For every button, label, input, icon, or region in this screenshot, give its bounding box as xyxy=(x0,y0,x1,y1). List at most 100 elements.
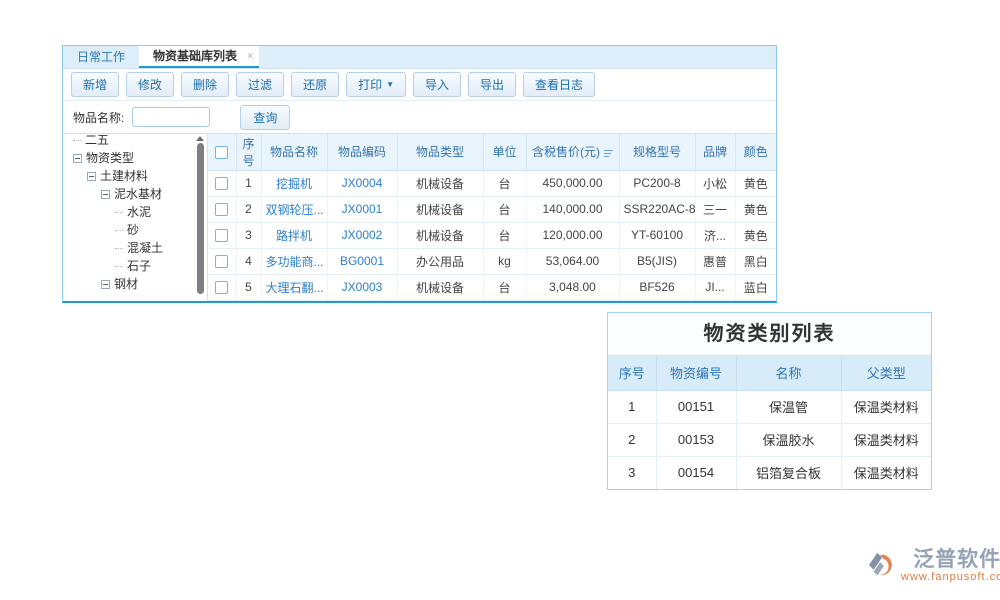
cell: 3 xyxy=(236,222,261,248)
category-body: 100151保温管保温类材料200153保温胶水保温类材料300154铝箔复合板… xyxy=(608,390,931,489)
category-cell: 保温胶水 xyxy=(736,423,841,456)
tree-item-土建材料[interactable]: 土建材料 xyxy=(69,167,207,185)
close-icon[interactable]: × xyxy=(247,47,253,67)
scrollbar-thumb[interactable] xyxy=(197,143,204,294)
table-row[interactable]: 3路拌机JX0002机械设备台120,000.00YT-60100济...黄色 xyxy=(208,222,776,248)
scroll-up-icon[interactable] xyxy=(196,136,204,141)
tab-daily-work[interactable]: 日常工作 xyxy=(63,46,139,68)
search-button[interactable]: 查询 xyxy=(240,105,290,130)
item-code-link[interactable]: BG0001 xyxy=(340,254,384,268)
collapse-icon[interactable] xyxy=(101,190,110,199)
toolbar-button-还原[interactable]: 还原 xyxy=(291,72,339,97)
tree-item-label: 钢材 xyxy=(114,275,138,293)
cell: 济... xyxy=(695,222,735,248)
tree-item-二五[interactable]: 二五 xyxy=(69,134,207,149)
tree-scrollbar[interactable] xyxy=(196,136,204,297)
toolbar-button-过滤[interactable]: 过滤 xyxy=(236,72,284,97)
category-row[interactable]: 300154铝箔复合板保温类材料 xyxy=(608,456,931,489)
cell: B5(JIS) xyxy=(619,248,695,274)
col-no[interactable]: 序号 xyxy=(236,134,261,170)
cat-col-code: 物资编号 xyxy=(656,356,736,390)
col-brand[interactable]: 品牌 xyxy=(695,134,735,170)
cell: 台 xyxy=(483,170,526,196)
category-cell: 00151 xyxy=(656,390,736,423)
col-color[interactable]: 颜色 xyxy=(735,134,776,170)
item-code-link[interactable]: JX0003 xyxy=(342,280,383,294)
logo-name: 泛普软件 xyxy=(913,549,1000,571)
cell: 3,048.00 xyxy=(526,274,619,300)
row-checkbox[interactable] xyxy=(215,203,228,216)
tree-item-混凝土[interactable]: 混凝土 xyxy=(69,239,207,257)
sort-icon[interactable] xyxy=(604,148,613,157)
tree-item-label: 物资类型 xyxy=(86,149,134,167)
item-name-link[interactable]: 大理石翻... xyxy=(266,281,324,295)
toolbar-button-修改[interactable]: 修改 xyxy=(126,72,174,97)
col-unit[interactable]: 单位 xyxy=(483,134,526,170)
window-body: 二五物资类型土建材料泥水基材水泥砂混凝土石子钢材 序号 物品名称 xyxy=(63,134,776,301)
cell: 蓝白 xyxy=(735,274,776,300)
row-checkbox[interactable] xyxy=(215,255,228,268)
col-item-name[interactable]: 物品名称 xyxy=(261,134,327,170)
item-name-link[interactable]: 双钢轮压... xyxy=(266,203,324,217)
caret-down-icon: ▼ xyxy=(386,80,394,89)
cell: 台 xyxy=(483,274,526,300)
col-item-code[interactable]: 物品编码 xyxy=(327,134,397,170)
search-row: 物品名称: 查询 xyxy=(63,101,776,134)
tab-materials-library[interactable]: 物资基础库列表 × xyxy=(139,46,259,68)
toolbar-button-导入[interactable]: 导入 xyxy=(413,72,461,97)
table-row[interactable]: 4多功能商...BG0001办公用品kg53,064.00B5(JIS)惠普黑白 xyxy=(208,248,776,274)
row-checkbox[interactable] xyxy=(215,229,228,242)
category-row[interactable]: 100151保温管保温类材料 xyxy=(608,390,931,423)
grid-body: 1挖掘机JX0004机械设备台450,000.00PC200-8小松黄色2双钢轮… xyxy=(208,170,776,300)
select-all-checkbox[interactable] xyxy=(215,146,228,159)
category-cell: 保温类材料 xyxy=(841,423,931,456)
toolbar-button-新增[interactable]: 新增 xyxy=(71,72,119,97)
toolbar-button-查看日志[interactable]: 查看日志 xyxy=(523,72,595,97)
collapse-icon[interactable] xyxy=(87,172,96,181)
tree-item-label: 土建材料 xyxy=(100,167,148,185)
cell: 1 xyxy=(236,170,261,196)
collapse-icon[interactable] xyxy=(101,280,110,289)
toolbar-button-删除[interactable]: 删除 xyxy=(181,72,229,97)
item-code-link[interactable]: JX0001 xyxy=(342,202,383,216)
item-name-link[interactable]: 多功能商... xyxy=(266,255,324,269)
tab-materials-library-label: 物资基础库列表 xyxy=(153,49,237,63)
category-tree: 二五物资类型土建材料泥水基材水泥砂混凝土石子钢材 xyxy=(63,134,208,301)
col-price[interactable]: 含税售价(元) xyxy=(526,134,619,170)
tree-item-石子[interactable]: 石子 xyxy=(69,257,207,275)
item-name-link[interactable]: 路拌机 xyxy=(276,229,312,243)
category-row[interactable]: 200153保温胶水保温类材料 xyxy=(608,423,931,456)
item-code-link[interactable]: JX0004 xyxy=(342,176,383,190)
table-row[interactable]: 1挖掘机JX0004机械设备台450,000.00PC200-8小松黄色 xyxy=(208,170,776,196)
tree-line xyxy=(115,212,123,213)
col-spec[interactable]: 规格型号 xyxy=(619,134,695,170)
tree-item-水泥[interactable]: 水泥 xyxy=(69,203,207,221)
category-cell: 00153 xyxy=(656,423,736,456)
item-code-link[interactable]: JX0002 xyxy=(342,228,383,242)
item-name-link[interactable]: 挖掘机 xyxy=(276,177,312,191)
table-row[interactable]: 2双钢轮压...JX0001机械设备台140,000.00SSR220AC-8三… xyxy=(208,196,776,222)
cell: 办公用品 xyxy=(397,248,483,274)
tree-item-钢材[interactable]: 钢材 xyxy=(69,275,207,293)
row-checkbox[interactable] xyxy=(215,177,228,190)
col-item-type[interactable]: 物品类型 xyxy=(397,134,483,170)
tree-item-砂[interactable]: 砂 xyxy=(69,221,207,239)
collapse-icon[interactable] xyxy=(73,154,82,163)
cell: SSR220AC-8 xyxy=(619,196,695,222)
category-cell: 1 xyxy=(608,390,656,423)
row-checkbox[interactable] xyxy=(215,281,228,294)
tree-item-label: 石子 xyxy=(127,257,151,275)
cell: 机械设备 xyxy=(397,222,483,248)
cell: 2 xyxy=(236,196,261,222)
tree-item-泥水基材[interactable]: 泥水基材 xyxy=(69,185,207,203)
fanpu-logo-icon xyxy=(868,549,898,581)
toolbar-button-打印[interactable]: 打印▼ xyxy=(346,72,406,97)
cell: 黄色 xyxy=(735,196,776,222)
toolbar-button-导出[interactable]: 导出 xyxy=(468,72,516,97)
category-cell: 2 xyxy=(608,423,656,456)
logo-url[interactable]: www.fanpusoft.com xyxy=(901,571,1000,584)
search-input[interactable] xyxy=(132,107,210,127)
search-label: 物品名称: xyxy=(73,109,124,126)
tree-item-物资类型[interactable]: 物资类型 xyxy=(69,149,207,167)
table-row[interactable]: 5大理石翻...JX0003机械设备台3,048.00BF526JI...蓝白 xyxy=(208,274,776,300)
